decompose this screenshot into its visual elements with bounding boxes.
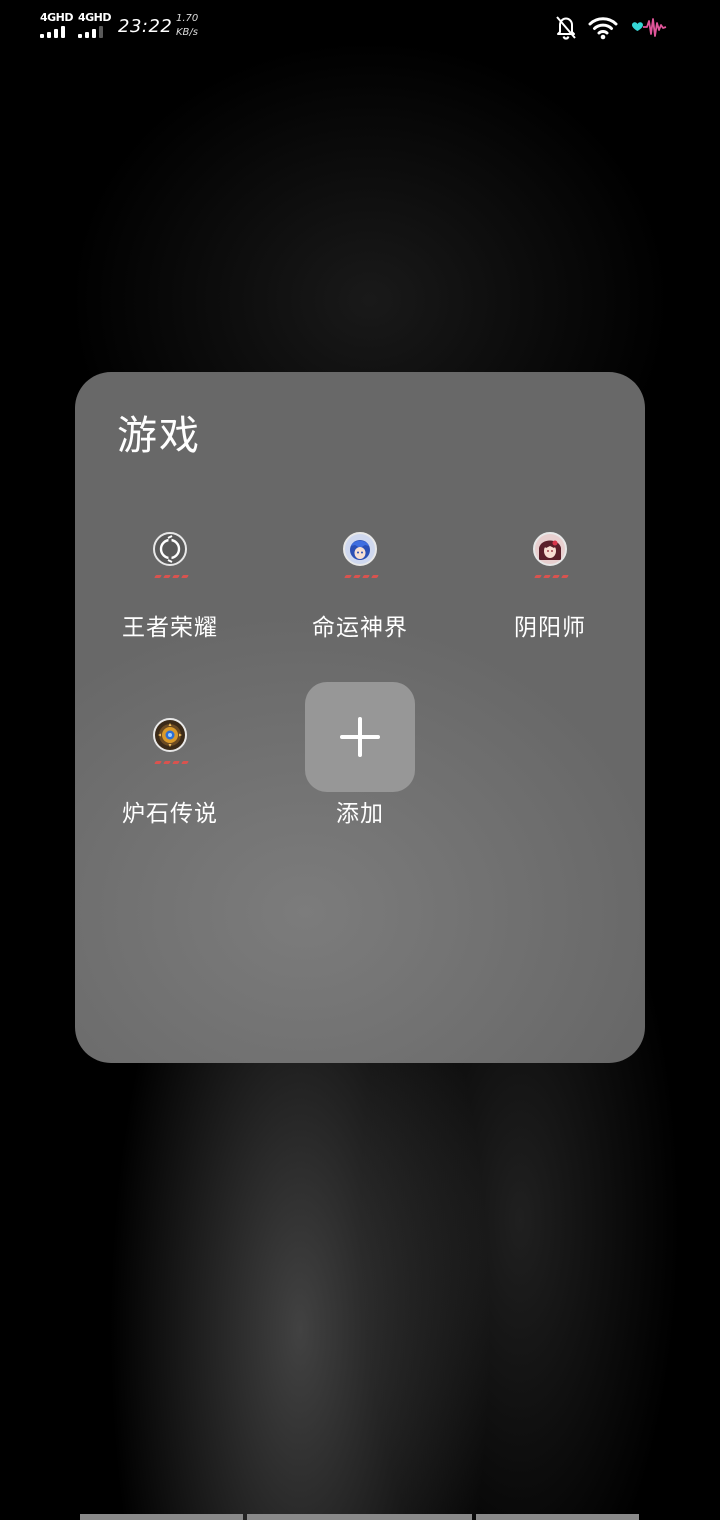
wifi-icon	[588, 15, 618, 41]
sim2-signal-bars-icon	[78, 26, 110, 38]
download-progress-dots	[153, 761, 189, 767]
app-label: 炉石传说	[122, 801, 218, 827]
heart-pulse-icon	[628, 16, 668, 40]
app-label: 王者荣耀	[122, 615, 218, 641]
app-onmyoji[interactable]: 阴阳师	[460, 532, 640, 672]
add-app-button[interactable]	[305, 682, 415, 792]
download-progress-dots	[153, 575, 189, 581]
download-progress-dots	[533, 575, 569, 581]
app-label: 阴阳师	[514, 615, 586, 641]
sim2-network-label: 4GHD	[78, 11, 112, 24]
app-destiny-realm[interactable]: 命运神界	[270, 532, 450, 672]
network-speed-unit: KB/s	[176, 27, 198, 38]
hearthstone-icon	[153, 718, 187, 752]
status-bar: 4GHD 4GHD 23:22 1.70 KB/s	[0, 0, 720, 56]
app-hearthstone[interactable]: 炉石传说	[80, 718, 260, 858]
app-label: 命运神界	[312, 615, 408, 641]
app-honor-of-kings[interactable]: 王者荣耀	[80, 532, 260, 672]
add-app-label: 添加	[336, 801, 384, 827]
bell-off-icon	[554, 14, 578, 42]
app-folder: 游戏 王者荣耀 命运神界 阴阳师 炉石传说 添加	[75, 372, 645, 1063]
sim1-signal-bars-icon	[40, 26, 72, 38]
network-speed: 1.70 KB/s	[176, 12, 206, 40]
honor-of-kings-icon	[153, 532, 187, 566]
folder-title[interactable]: 游戏	[117, 412, 201, 460]
network-speed-value: 1.70	[176, 13, 199, 24]
home-screen: 4GHD 4GHD 23:22 1.70 KB/s 游戏 王者荣耀 命运神界 阴…	[0, 0, 720, 1520]
sim1-signal: 4GHD	[40, 12, 74, 40]
onmyoji-icon	[533, 532, 567, 566]
clock-time: 23:22	[118, 16, 173, 37]
status-icons	[554, 12, 668, 44]
sim1-network-label: 4GHD	[40, 11, 74, 24]
download-progress-dots	[343, 575, 379, 581]
destiny-realm-icon	[343, 532, 377, 566]
dock-edge	[80, 1514, 640, 1520]
sim2-signal: 4GHD	[78, 12, 112, 40]
